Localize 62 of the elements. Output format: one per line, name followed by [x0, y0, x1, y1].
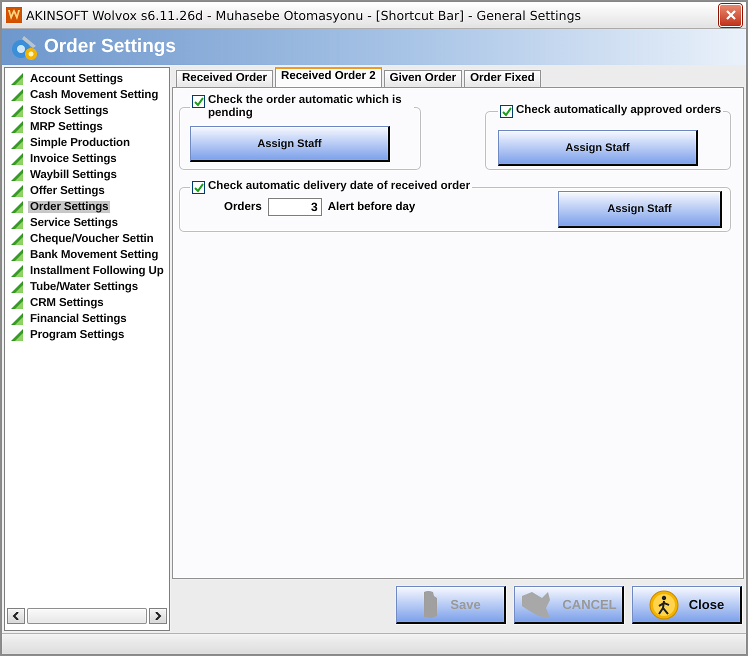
- scroll-right-button[interactable]: [149, 608, 167, 624]
- close-button[interactable]: [719, 4, 742, 26]
- field-suffix: Alert before day: [328, 201, 416, 213]
- triangle-icon: [11, 249, 23, 261]
- tree-item[interactable]: Order Settings: [28, 201, 110, 213]
- window-title: AKINSOFT Wolvox s6.11.26d - Muhasebe Otomasyonu - [Shortcut Bar] - General Settings: [26, 8, 582, 22]
- assign-staff-button[interactable]: Assign Staff: [498, 130, 698, 166]
- triangle-icon: [11, 137, 23, 149]
- tree-item[interactable]: CRM Settings: [28, 297, 106, 309]
- scroll-thumb[interactable]: [27, 608, 147, 624]
- triangle-icon: [11, 329, 23, 341]
- page-title: Order Settings: [44, 36, 176, 58]
- tab[interactable]: Given Order: [384, 70, 462, 87]
- scroll-left-button[interactable]: [7, 608, 25, 624]
- triangle-icon: [11, 73, 23, 85]
- tree-item[interactable]: Financial Settings: [28, 313, 129, 325]
- tree-item[interactable]: MRP Settings: [28, 121, 105, 133]
- triangle-icon: [11, 281, 23, 293]
- tree-item[interactable]: Account Settings: [28, 73, 125, 85]
- checkbox[interactable]: [500, 105, 513, 118]
- tree-item[interactable]: Invoice Settings: [28, 153, 119, 165]
- tree-item[interactable]: Service Settings: [28, 217, 120, 229]
- number-field[interactable]: 3: [268, 198, 322, 216]
- triangle-icon: [11, 105, 23, 117]
- close-icon: [724, 9, 736, 21]
- tree-item[interactable]: Bank Movement Setting: [28, 249, 160, 261]
- triangle-icon: [11, 265, 23, 277]
- scrollbar[interactable]: [7, 608, 167, 624]
- tab[interactable]: Received Order 2: [275, 67, 382, 87]
- checkbox-label: Check automatic delivery date of received order: [208, 180, 470, 193]
- triangle-icon: [11, 297, 23, 309]
- tree-item[interactable]: Program Settings: [28, 329, 126, 341]
- assign-staff-button[interactable]: Assign Staff: [190, 126, 390, 162]
- triangle-icon: [11, 313, 23, 325]
- tree-item[interactable]: Cheque/Voucher Settin: [28, 233, 156, 245]
- checkbox[interactable]: [192, 95, 205, 108]
- checkbox[interactable]: [192, 181, 205, 194]
- tree-item[interactable]: Stock Settings: [28, 105, 110, 117]
- tree-item[interactable]: Installment Following Up: [28, 265, 166, 277]
- tree-item[interactable]: Simple Production: [28, 137, 132, 149]
- triangle-icon: [11, 121, 23, 133]
- app-icon: [6, 7, 22, 23]
- walking-figure-icon: [648, 590, 679, 620]
- close-button[interactable]: Close: [632, 586, 742, 624]
- triangle-icon: [11, 153, 23, 165]
- tree-item[interactable]: Cash Movement Setting: [28, 89, 160, 101]
- checkbox-label: Check the order automatic which is pending: [208, 94, 403, 120]
- tab[interactable]: Received Order: [176, 70, 274, 87]
- triangle-icon: [11, 169, 23, 181]
- triangle-icon: [11, 233, 23, 245]
- triangle-icon: [11, 201, 23, 213]
- tree-item[interactable]: Offer Settings: [28, 185, 107, 197]
- field-label: Orders: [224, 201, 262, 213]
- tree-item[interactable]: Tube/Water Settings: [28, 281, 140, 293]
- assign-staff-button[interactable]: Assign Staff: [558, 191, 722, 228]
- tree-item[interactable]: Waybill Settings: [28, 169, 119, 181]
- triangle-icon: [11, 217, 23, 229]
- tab[interactable]: Order Fixed: [464, 70, 541, 87]
- checkbox-label: Check automatically approved orders: [516, 104, 722, 117]
- triangle-icon: [11, 89, 23, 101]
- arrow-icon: [520, 590, 552, 620]
- triangle-icon: [11, 185, 23, 197]
